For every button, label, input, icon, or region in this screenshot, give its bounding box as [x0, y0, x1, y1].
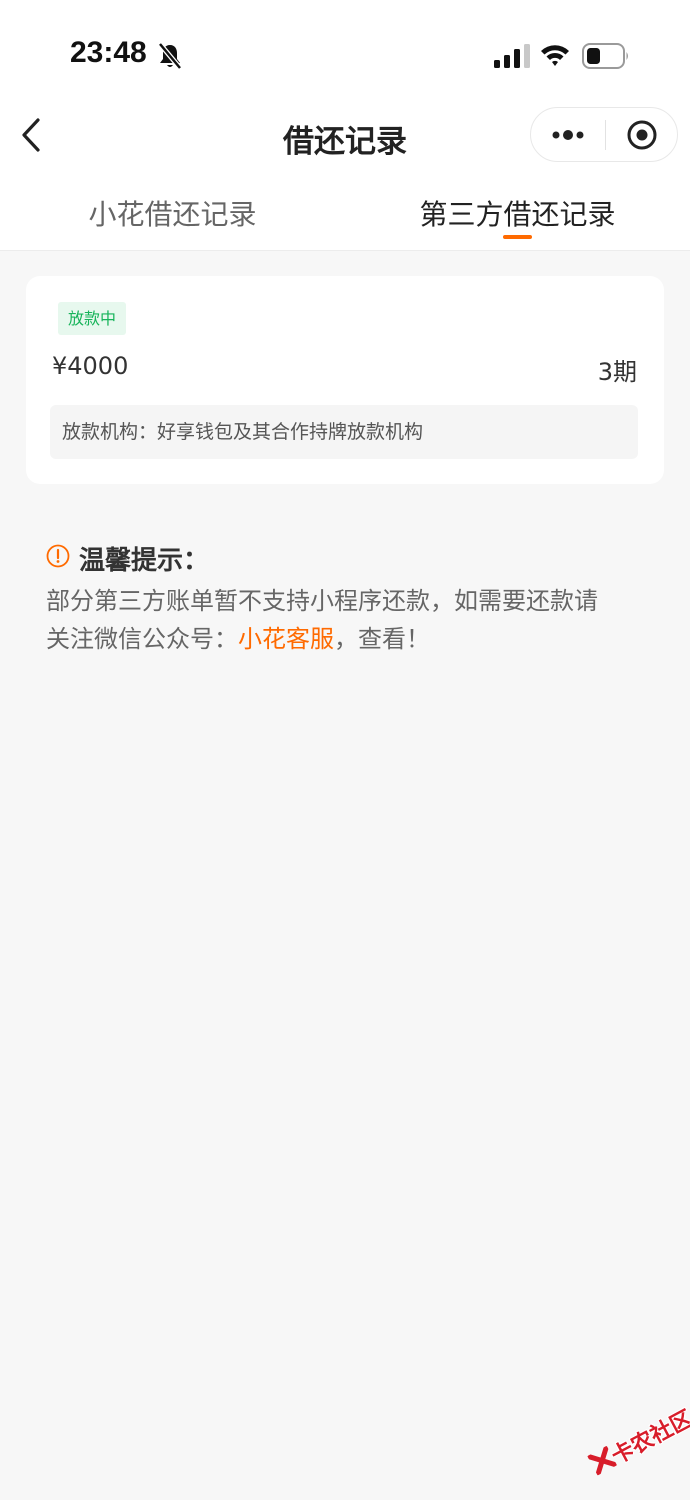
warning-icon — [46, 544, 70, 568]
tip-text-line-2: 关注微信公众号：小花客服，查看！ — [46, 619, 430, 654]
watermark: 卡农社区 — [575, 1386, 690, 1500]
status-time: 23:48 — [70, 36, 147, 69]
tip-text-line-1: 部分第三方账单暂不支持小程序还款，如需要还款请 — [46, 587, 598, 615]
mini-program-capsule — [530, 107, 678, 162]
loan-amount: ¥4000 — [52, 352, 129, 380]
tip-title: 温馨提示： — [79, 546, 210, 576]
tip-text-prefix: 关注微信公众号： — [46, 625, 238, 653]
more-dots-icon[interactable] — [531, 108, 605, 161]
loan-period: 3期 — [597, 358, 637, 386]
watermark-text: 卡农社区 — [607, 1406, 690, 1470]
record-tabs: 小花借还记录 第三方借还记录 — [0, 173, 690, 251]
target-close-icon[interactable] — [606, 108, 678, 161]
customer-service-link[interactable]: 小花客服 — [238, 625, 334, 653]
bell-mute-icon — [158, 42, 182, 70]
tip-text-suffix: ，查看！ — [334, 625, 430, 653]
wifi-icon — [541, 45, 569, 66]
signal-icon — [494, 44, 530, 68]
lender-info: 放款机构：好享钱包及其合作持牌放款机构 — [50, 405, 638, 459]
status-badge: 放款中 — [58, 302, 127, 335]
battery-icon — [582, 43, 628, 69]
tab-third-party-records[interactable]: 第三方借还记录 — [345, 193, 690, 233]
tab-xiaohua-records[interactable]: 小花借还记录 — [0, 193, 345, 233]
nav-bar: 借还记录 — [0, 100, 690, 173]
status-bar: 23:48 — [0, 0, 690, 100]
loan-record-card[interactable]: 放款中 ¥4000 3期 放款机构：好享钱包及其合作持牌放款机构 — [26, 276, 664, 484]
active-tab-indicator — [503, 235, 532, 239]
